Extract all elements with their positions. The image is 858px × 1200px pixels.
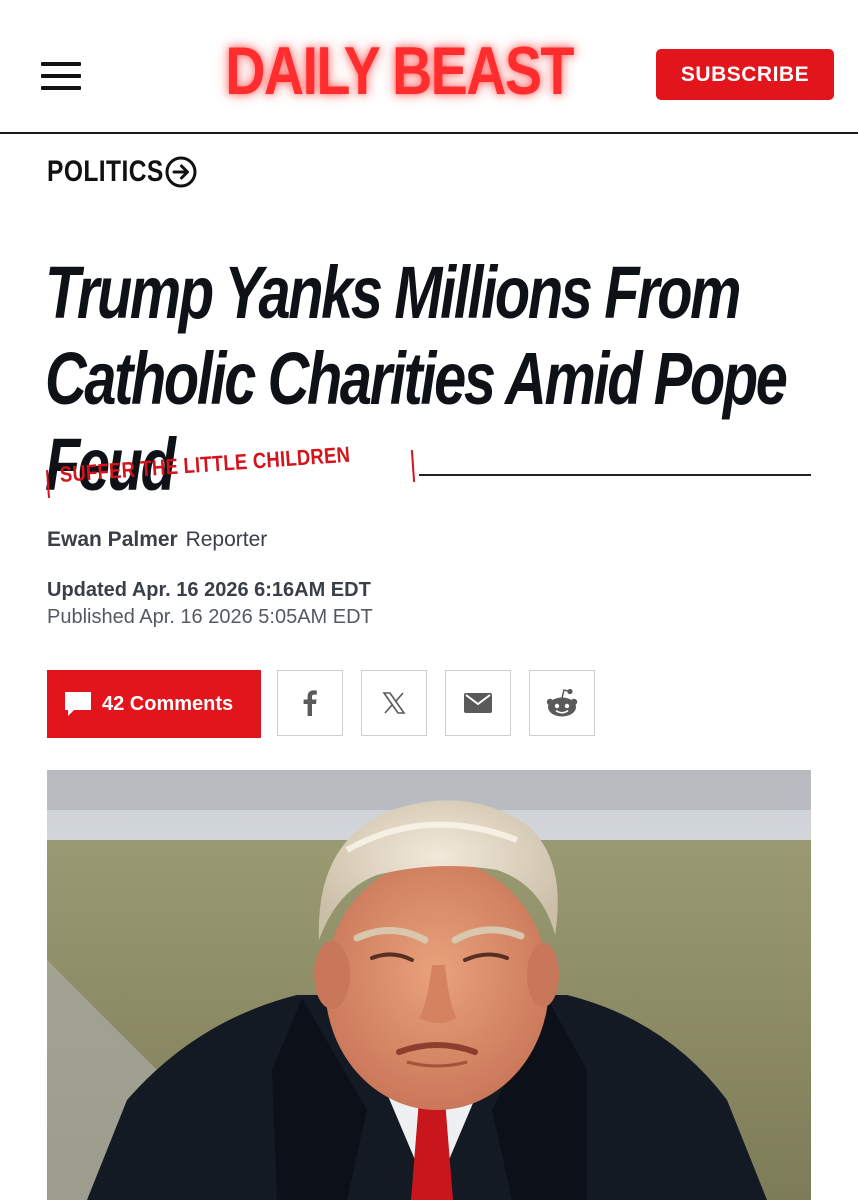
section-label: POLITICS: [47, 155, 164, 188]
published-timestamp: Published Apr. 16 2026 5:05AM EDT: [47, 606, 373, 628]
arrow-right-circle-icon: [165, 156, 197, 188]
site-header: DAILY BEAST SUBSCRIBE: [0, 0, 858, 134]
mail-icon: [464, 693, 492, 713]
kicker-divider: [410, 449, 416, 483]
author-role: Reporter: [185, 528, 268, 551]
lead-photo-illustration: [47, 770, 811, 1200]
share-reddit-button[interactable]: [529, 670, 595, 736]
x-icon: [382, 692, 406, 714]
article-lead-image: [47, 770, 811, 1200]
facebook-icon: [303, 690, 317, 716]
share-facebook-button[interactable]: [277, 670, 343, 736]
comments-label: 42 Comments: [102, 692, 234, 715]
site-logo[interactable]: DAILY BEAST: [225, 30, 574, 112]
subscribe-button[interactable]: SUBSCRIBE: [656, 49, 834, 100]
reddit-icon: [546, 688, 578, 717]
byline: Ewan Palmer Reporter: [47, 528, 267, 552]
hamburger-menu-icon[interactable]: [41, 62, 81, 92]
updated-timestamp: Updated Apr. 16 2026 6:16AM EDT: [47, 579, 371, 601]
speech-bubble-icon: [65, 692, 91, 716]
share-x-button[interactable]: [361, 670, 427, 736]
kicker: SUFFER THE LITTLE CHILDREN: [46, 442, 811, 500]
author-name[interactable]: Ewan Palmer: [47, 528, 178, 551]
kicker-rule: [419, 474, 811, 476]
comments-button[interactable]: 42 Comments: [47, 670, 261, 738]
section-link-politics[interactable]: POLITICS: [47, 152, 197, 192]
kicker-divider: [46, 469, 50, 499]
share-email-button[interactable]: [445, 670, 511, 736]
